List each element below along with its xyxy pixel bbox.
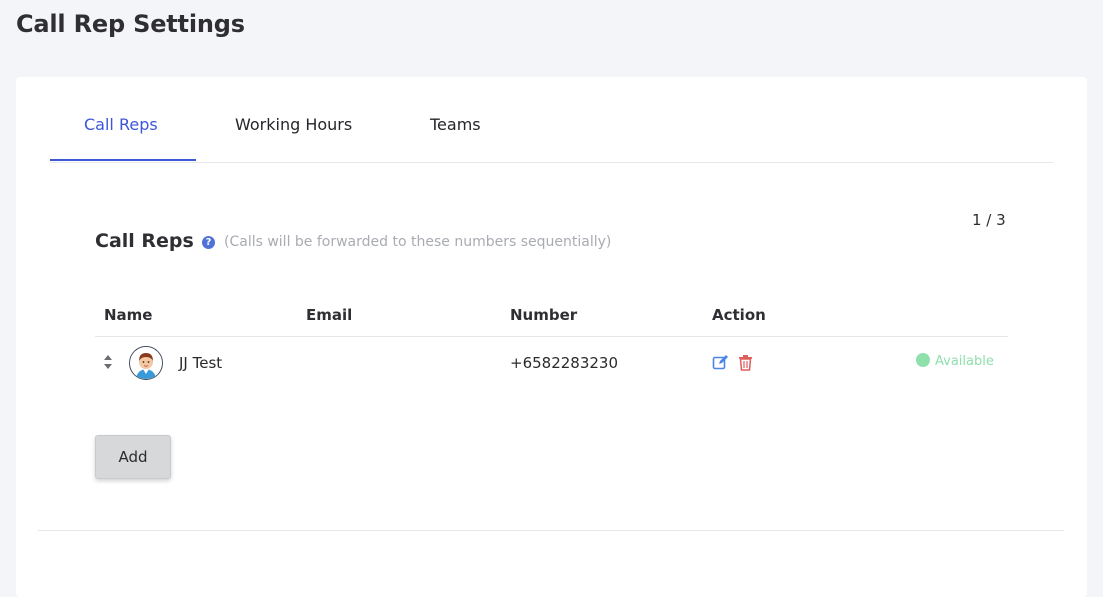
avatar [129,346,163,380]
section-title: Call Reps [95,230,194,252]
footer-divider [38,530,1064,531]
sort-handle-icon[interactable] [103,354,113,370]
column-header-number: Number [510,306,578,324]
pagination-indicator: 1 / 3 [972,211,1006,229]
edit-icon[interactable] [712,354,729,371]
column-header-name: Name [104,306,153,324]
section-hint: (Calls will be forwarded to these number… [224,234,612,250]
tab-call-reps[interactable]: Call Reps [84,115,158,134]
status-dot-icon [916,353,930,367]
status-badge: Available [935,354,994,369]
trash-icon[interactable] [738,354,753,371]
page-title: Call Rep Settings [16,10,245,38]
table-header-divider [95,336,1008,337]
tab-working-hours[interactable]: Working Hours [235,115,352,134]
add-button[interactable]: Add [95,435,171,479]
tab-teams[interactable]: Teams [430,115,481,134]
column-header-email: Email [306,306,353,324]
rep-name: JJ Test [179,354,223,372]
settings-card: Call Reps Working Hours Teams Call Reps … [16,77,1087,597]
tab-bar: Call Reps Working Hours Teams [50,77,1053,163]
active-tab-indicator [50,159,196,161]
question-circle-icon[interactable]: ? [202,236,215,249]
rep-number: +6582283230 [510,354,619,372]
column-header-action: Action [712,306,766,324]
